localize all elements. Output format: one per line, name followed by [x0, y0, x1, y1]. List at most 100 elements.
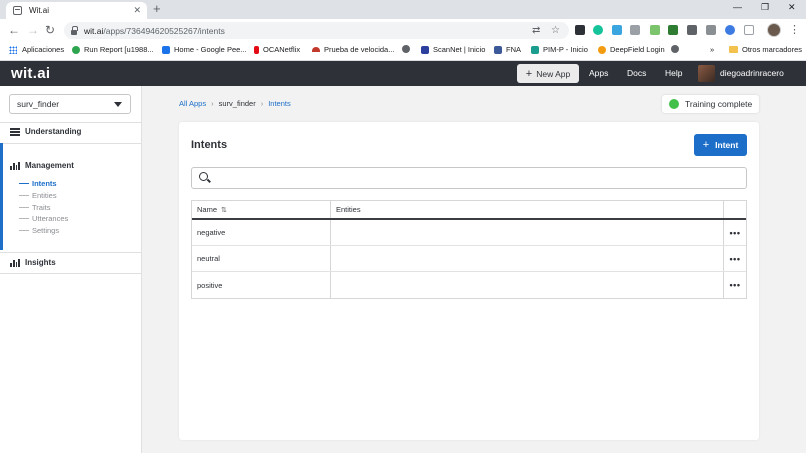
globe-icon — [671, 45, 679, 53]
browser-tab[interactable]: Wit.ai ✕ — [6, 2, 147, 19]
window-close-icon[interactable]: ✕ — [788, 2, 796, 13]
breadcrumb-intents[interactable]: Intents — [268, 99, 291, 108]
breadcrumb-all-apps[interactable]: All Apps — [179, 99, 206, 108]
bookmark-apps[interactable]: Aplicaciones — [9, 45, 64, 54]
witai-favicon-icon — [13, 6, 22, 15]
sidebar-divider — [0, 273, 141, 274]
nav-docs[interactable]: Docs — [627, 68, 646, 78]
sidebar-item-settings[interactable]: Settings — [19, 226, 59, 235]
translate-icon[interactable]: ⇄ — [532, 25, 540, 36]
table-row[interactable]: neutral ••• — [192, 246, 746, 272]
search-input[interactable] — [214, 171, 739, 185]
sidebar-item-traits[interactable]: Traits — [19, 203, 50, 212]
active-section-indicator — [0, 143, 3, 250]
table-header: Name ⇅ Entities — [192, 201, 746, 220]
extension-icon[interactable] — [612, 25, 622, 35]
intent-name-cell[interactable]: neutral — [192, 246, 331, 271]
bookmarks-overflow-icon[interactable]: » — [710, 45, 714, 54]
lock-icon — [71, 25, 78, 35]
scannet-icon — [421, 45, 429, 54]
maximize-icon[interactable]: ❐ — [761, 2, 769, 13]
deepfield-icon — [598, 45, 606, 54]
intents-table: Name ⇅ Entities negative ••• neutral •••… — [191, 200, 747, 299]
row-actions: ••• — [724, 246, 746, 271]
plus-icon: + — [702, 139, 710, 151]
witai-logo[interactable]: wit.ai — [11, 65, 50, 82]
reload-icon[interactable]: ↻ — [45, 23, 55, 37]
bookmarks-bar: Aplicaciones Run Report [u1988... Home -… — [0, 42, 806, 61]
sort-icon[interactable]: ⇅ — [221, 206, 227, 214]
page-title: Intents — [191, 139, 228, 151]
minimize-icon[interactable]: — — [733, 2, 742, 12]
app-selector[interactable]: surv_finder — [9, 94, 131, 114]
nav-help[interactable]: Help — [665, 68, 682, 78]
sidebar-item-intents[interactable]: Intents — [19, 179, 57, 188]
extension-icon[interactable] — [706, 25, 716, 35]
extension-icon[interactable] — [650, 25, 660, 35]
browser-profile-avatar[interactable] — [767, 23, 781, 37]
extension-icon[interactable] — [744, 25, 754, 35]
extension-icon[interactable] — [630, 25, 640, 35]
nav-apps[interactable]: Apps — [589, 68, 608, 78]
bookmark-netflix[interactable]: OCANetflix — [254, 45, 300, 54]
new-app-button[interactable]: + New App — [517, 64, 579, 83]
search-icon — [199, 172, 208, 181]
bookmark-google-peering[interactable]: Home - Google Pee... — [162, 45, 247, 54]
grammarly-icon[interactable] — [593, 25, 603, 35]
bookmark-speedtest[interactable]: Prueba de velocida... — [312, 45, 394, 54]
more-options-icon[interactable]: ••• — [730, 254, 741, 264]
new-tab-button[interactable]: + — [153, 2, 161, 16]
column-header-name[interactable]: Name ⇅ — [192, 201, 331, 218]
bookmark-star-icon[interactable]: ☆ — [551, 25, 560, 36]
google-peering-icon — [162, 45, 170, 54]
table-row[interactable]: positive ••• — [192, 272, 746, 298]
forward-arrow-icon[interactable]: → — [27, 23, 39, 37]
bookmark-run-report[interactable]: Run Report [u1988... — [72, 45, 154, 54]
intent-name-cell[interactable]: positive — [192, 272, 331, 298]
globe-icon — [402, 45, 410, 53]
tab-close-icon[interactable]: ✕ — [133, 5, 141, 16]
sidebar-management[interactable]: Management — [10, 161, 74, 170]
user-name[interactable]: diegoadrinracero — [720, 68, 784, 78]
more-options-icon[interactable]: ••• — [730, 280, 741, 290]
intent-entities-cell — [331, 246, 724, 271]
add-intent-button[interactable]: + Intent — [694, 134, 747, 156]
intent-entities-cell — [331, 220, 724, 245]
intent-name-cell[interactable]: negative — [192, 220, 331, 245]
back-arrow-icon[interactable]: ← — [8, 23, 20, 37]
row-actions: ••• — [724, 220, 746, 245]
intents-card: Intents + Intent Name ⇅ Entities negativ… — [179, 122, 759, 440]
tab-title: Wit.ai — [29, 6, 49, 15]
bookmark-pim[interactable]: PIM-P - Inicio — [531, 45, 588, 54]
sidebar-divider — [0, 122, 141, 123]
sidebar-insights[interactable]: Insights — [10, 258, 56, 267]
sidebar-understanding[interactable]: Understanding — [10, 127, 81, 136]
more-options-icon[interactable]: ••• — [730, 228, 741, 238]
extension-icon[interactable] — [668, 25, 678, 35]
sidebar-item-entities[interactable]: Entities — [19, 191, 57, 200]
bookmark-deepfield[interactable]: DeepField Login — [598, 45, 665, 54]
search-box — [191, 167, 747, 189]
status-dot-icon — [669, 99, 679, 109]
browser-menu-icon[interactable]: ⋮ — [789, 23, 800, 36]
training-status-badge: Training complete — [662, 95, 759, 113]
sidebar-divider — [0, 143, 141, 144]
sidebar-divider — [0, 252, 141, 253]
bookmark-globe[interactable] — [402, 45, 414, 53]
intent-entities-cell — [331, 272, 724, 298]
folder-icon — [729, 46, 738, 53]
breadcrumb: All Apps › surv_finder › Intents — [179, 99, 291, 108]
browser-toolbar: ← → ↻ wit.ai /apps/736494620525267/inten… — [0, 19, 806, 42]
other-bookmarks[interactable]: Otros marcadores — [729, 45, 802, 54]
extension-icon[interactable] — [725, 25, 735, 35]
address-bar[interactable]: wit.ai /apps/736494620525267/intents ⇄ ☆ — [64, 22, 569, 39]
sidebar-item-utterances[interactable]: Utterances — [19, 214, 68, 223]
bookmark-fna[interactable]: FNA — [494, 45, 521, 54]
bookmark-globe-2[interactable] — [671, 45, 683, 53]
user-avatar[interactable] — [698, 65, 715, 82]
table-row[interactable]: negative ••• — [192, 220, 746, 246]
breadcrumb-app[interactable]: surv_finder — [219, 99, 256, 108]
extension-icon[interactable] — [687, 25, 697, 35]
extension-icon[interactable] — [575, 25, 585, 35]
bookmark-scannet[interactable]: ScanNet | Inicio — [421, 45, 485, 54]
